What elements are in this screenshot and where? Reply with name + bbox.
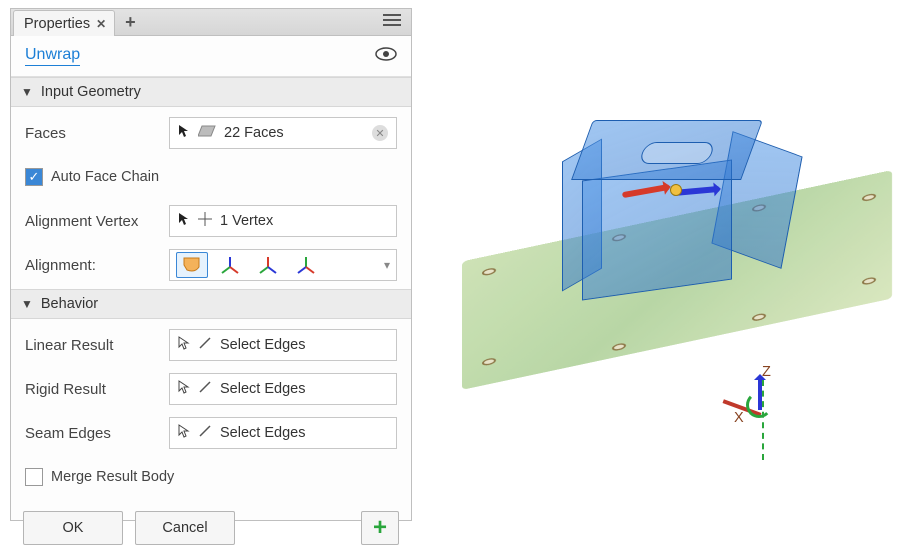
auto-face-chain-label: Auto Face Chain <box>51 169 159 185</box>
merge-result-body-label: Merge Result Body <box>51 469 174 485</box>
rigid-result-selector[interactable]: Select Edges <box>169 373 397 405</box>
cursor-icon <box>178 124 190 142</box>
edge-icon <box>198 336 212 354</box>
auto-face-chain-checkbox[interactable]: ✓ <box>25 168 43 186</box>
add-tab-button[interactable]: + <box>125 15 136 29</box>
reference-axis-dashed <box>762 380 764 460</box>
cancel-button[interactable]: Cancel <box>135 511 235 545</box>
alignment-more-icon[interactable]: ▾ <box>384 258 390 272</box>
alignment-option-xyz-2[interactable] <box>252 252 284 278</box>
alignment-vertex-selector[interactable]: 1 Vertex <box>169 205 397 237</box>
manipulator-origin[interactable] <box>670 184 682 196</box>
section-body-input-geometry: Faces 22 Faces ✕ ✓ Auto Face Chain Align… <box>11 107 411 289</box>
faces-label: Faces <box>25 125 161 142</box>
alignment-option-surface[interactable] <box>176 252 208 278</box>
top-slot <box>638 142 716 164</box>
feature-title-bar: Unwrap <box>11 36 411 77</box>
alignment-label: Alignment: <box>25 257 161 274</box>
properties-panel: Properties ✕ + Unwrap ▼ Input Geometry F… <box>10 8 412 521</box>
cursor-icon <box>178 380 190 398</box>
apply-and-repeat-button[interactable]: + <box>361 511 399 545</box>
tab-label: Properties <box>24 16 90 32</box>
panel-tab-bar: Properties ✕ + <box>11 9 411 36</box>
panel-menu-icon[interactable] <box>383 13 401 31</box>
edge-icon <box>198 380 212 398</box>
linear-result-selector[interactable]: Select Edges <box>169 329 397 361</box>
faces-selector[interactable]: 22 Faces ✕ <box>169 117 397 149</box>
seam-edges-label: Seam Edges <box>25 425 161 442</box>
cursor-icon <box>178 212 190 230</box>
alignment-vertex-value: 1 Vertex <box>220 213 273 229</box>
close-tab-icon[interactable]: ✕ <box>96 17 106 31</box>
rotation-arc-icon <box>746 392 772 418</box>
section-header-input-geometry[interactable]: ▼ Input Geometry <box>11 77 411 107</box>
section-title: Input Geometry <box>41 84 141 100</box>
alignment-vertex-label: Alignment Vertex <box>25 213 161 230</box>
cancel-label: Cancel <box>162 520 207 536</box>
cursor-icon <box>178 336 190 354</box>
seam-edges-selector[interactable]: Select Edges <box>169 417 397 449</box>
merge-result-body-checkbox[interactable] <box>25 468 43 486</box>
linear-result-value: Select Edges <box>220 337 305 353</box>
visibility-toggle-icon[interactable] <box>375 47 397 65</box>
3d-viewport[interactable]: Z X <box>412 0 918 543</box>
rigid-result-label: Rigid Result <box>25 381 161 398</box>
edge-icon <box>198 424 212 442</box>
cursor-icon <box>178 424 190 442</box>
alignment-option-xyz-1[interactable] <box>214 252 246 278</box>
alignment-options: ▾ <box>169 249 397 281</box>
panel-footer: OK Cancel + <box>11 501 411 555</box>
section-title: Behavior <box>41 296 98 312</box>
seam-edges-value: Select Edges <box>220 425 305 441</box>
collapse-icon: ▼ <box>21 85 33 99</box>
section-header-behavior[interactable]: ▼ Behavior <box>11 289 411 319</box>
ok-button[interactable]: OK <box>23 511 123 545</box>
model-scene: Z X <box>462 110 892 430</box>
alignment-option-xyz-3[interactable] <box>290 252 322 278</box>
vertex-icon <box>198 212 212 230</box>
linear-result-label: Linear Result <box>25 337 161 354</box>
x-axis-label: X <box>734 410 744 426</box>
ok-label: OK <box>63 520 84 536</box>
rigid-result-value: Select Edges <box>220 381 305 397</box>
parallelogram-icon <box>198 125 216 141</box>
collapse-icon: ▼ <box>21 297 33 311</box>
feature-title[interactable]: Unwrap <box>25 46 80 66</box>
clear-faces-icon[interactable]: ✕ <box>372 125 388 141</box>
tab-properties[interactable]: Properties ✕ <box>13 10 115 36</box>
faces-value: 22 Faces <box>224 125 284 141</box>
bracket-body <box>542 120 812 320</box>
z-axis-label: Z <box>762 364 771 380</box>
move-manipulator[interactable] <box>652 176 732 226</box>
section-body-behavior: Linear Result Select Edges Rigid Result … <box>11 319 411 501</box>
